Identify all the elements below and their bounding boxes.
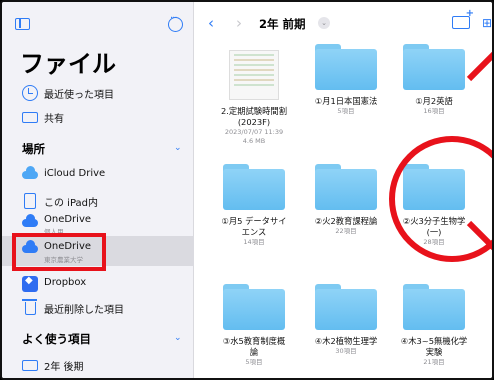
folder-icon <box>22 360 38 371</box>
folder-icon <box>403 44 465 90</box>
folder-item[interactable]: ②火2教育課程論 22項目 <box>306 164 386 236</box>
folder-item[interactable]: ①月1日本国憲法 5項目 <box>306 44 386 116</box>
ipad-icon <box>24 193 36 209</box>
clock-icon <box>22 85 38 101</box>
sidebar-item-recently-deleted[interactable]: 最近削除した項目 <box>2 295 194 321</box>
folder-meta: 5項目 <box>337 107 355 115</box>
folder-item[interactable]: ①月5 データサイ エンス 14項目 <box>214 164 294 247</box>
more-icon[interactable] <box>168 13 183 32</box>
shared-folder-icon <box>22 112 38 123</box>
folder-meta: 21項目 <box>423 358 445 366</box>
folder-name: ④木2植物生理学 <box>314 336 378 346</box>
folder-name: ④木3~5無機化学 実験 <box>400 336 468 357</box>
folder-meta: 14項目 <box>243 238 265 246</box>
locations-header[interactable]: 場所 <box>22 141 45 157</box>
folder-meta: 30項目 <box>335 347 357 355</box>
sidebar-toolbar <box>2 2 194 42</box>
chevron-down-icon[interactable]: ⌄ <box>318 17 330 29</box>
folder-meta: 5項目 <box>245 358 263 366</box>
new-folder-icon[interactable] <box>452 8 474 29</box>
folder-icon <box>315 164 377 210</box>
chevron-down-icon[interactable]: ⌄ <box>174 333 182 343</box>
sidebar: ファイル 最近使った項目 共有 場所 ⌄ iCloud Drive この iPa… <box>2 2 194 378</box>
folder-meta: 22項目 <box>335 227 357 235</box>
back-chevron-icon[interactable]: ‹ <box>208 14 214 32</box>
main-content: ‹ › 2年 前期 ⌄ ⊞ 2.定期試験時間割 (2023F) 2023/07/… <box>194 2 492 378</box>
dropbox-icon <box>22 275 38 292</box>
sidebar-item-label: 共有 <box>44 114 64 125</box>
file-item[interactable]: 2.定期試験時間割 (2023F) 2023/07/07 11:39 4.6 M… <box>214 50 294 146</box>
folder-item[interactable]: ④木2植物生理学 30項目 <box>306 284 386 356</box>
folder-name: ①月1日本国憲法 <box>314 96 378 106</box>
sidebar-item-label: この iPad内 <box>44 198 99 209</box>
document-thumbnail <box>229 50 279 100</box>
folder-name: ①月2英語 <box>415 96 453 106</box>
onedrive-icon <box>22 214 38 227</box>
sidebar-item-label: OneDrive <box>44 214 92 225</box>
sidebar-item-label: iCloud Drive <box>44 168 106 179</box>
sidebar-item-label: 2年 後期 <box>44 362 84 373</box>
folder-item[interactable]: ①月2英語 16項目 <box>394 44 474 116</box>
icloud-icon <box>22 166 38 179</box>
sidebar-item-favorite[interactable]: 2年 後期 <box>2 352 194 378</box>
sidebar-item-dropbox[interactable]: Dropbox <box>2 271 194 297</box>
view-options-icon[interactable]: ⊞ <box>482 16 492 30</box>
forward-chevron-icon[interactable]: › <box>236 14 242 32</box>
folder-name: ③水5教育制度概 論 <box>222 336 286 357</box>
sidebar-item-label: 最近削除した項目 <box>44 305 124 316</box>
folder-item[interactable]: ③水5教育制度概 論 5項目 <box>214 284 294 367</box>
file-name: 2.定期試験時間割 (2023F) <box>221 106 287 127</box>
file-meta: 2023/07/07 11:39 4.6 MB <box>224 128 284 145</box>
sidebar-item-label: 最近使った項目 <box>44 90 114 101</box>
chevron-down-icon[interactable]: ⌄ <box>174 143 182 153</box>
sidebar-item-icloud-drive[interactable]: iCloud Drive <box>2 162 194 188</box>
favorites-header[interactable]: よく使う項目 <box>22 331 91 347</box>
sidebar-item-recents[interactable]: 最近使った項目 <box>2 80 194 106</box>
files-app-window: ファイル 最近使った項目 共有 場所 ⌄ iCloud Drive この iPa… <box>0 0 494 380</box>
folder-icon <box>223 164 285 210</box>
trash-icon <box>22 299 37 315</box>
sidebar-title: ファイル <box>20 50 116 78</box>
folder-icon <box>403 284 465 330</box>
folder-icon <box>315 44 377 90</box>
location-title[interactable]: 2年 前期 <box>259 16 306 32</box>
folder-item[interactable]: ④木3~5無機化学 実験 21項目 <box>394 284 474 367</box>
folder-meta: 16項目 <box>423 107 445 115</box>
folder-icon <box>223 284 285 330</box>
folder-name: ①月5 データサイ エンス <box>221 216 287 237</box>
folder-name: ②火2教育課程論 <box>314 216 378 226</box>
sidebar-item-shared[interactable]: 共有 <box>2 104 194 130</box>
highlight-annotation-box <box>12 233 106 271</box>
folder-icon <box>315 284 377 330</box>
sidebar-item-label: Dropbox <box>44 277 87 288</box>
sidebar-toggle-icon[interactable] <box>15 18 30 30</box>
